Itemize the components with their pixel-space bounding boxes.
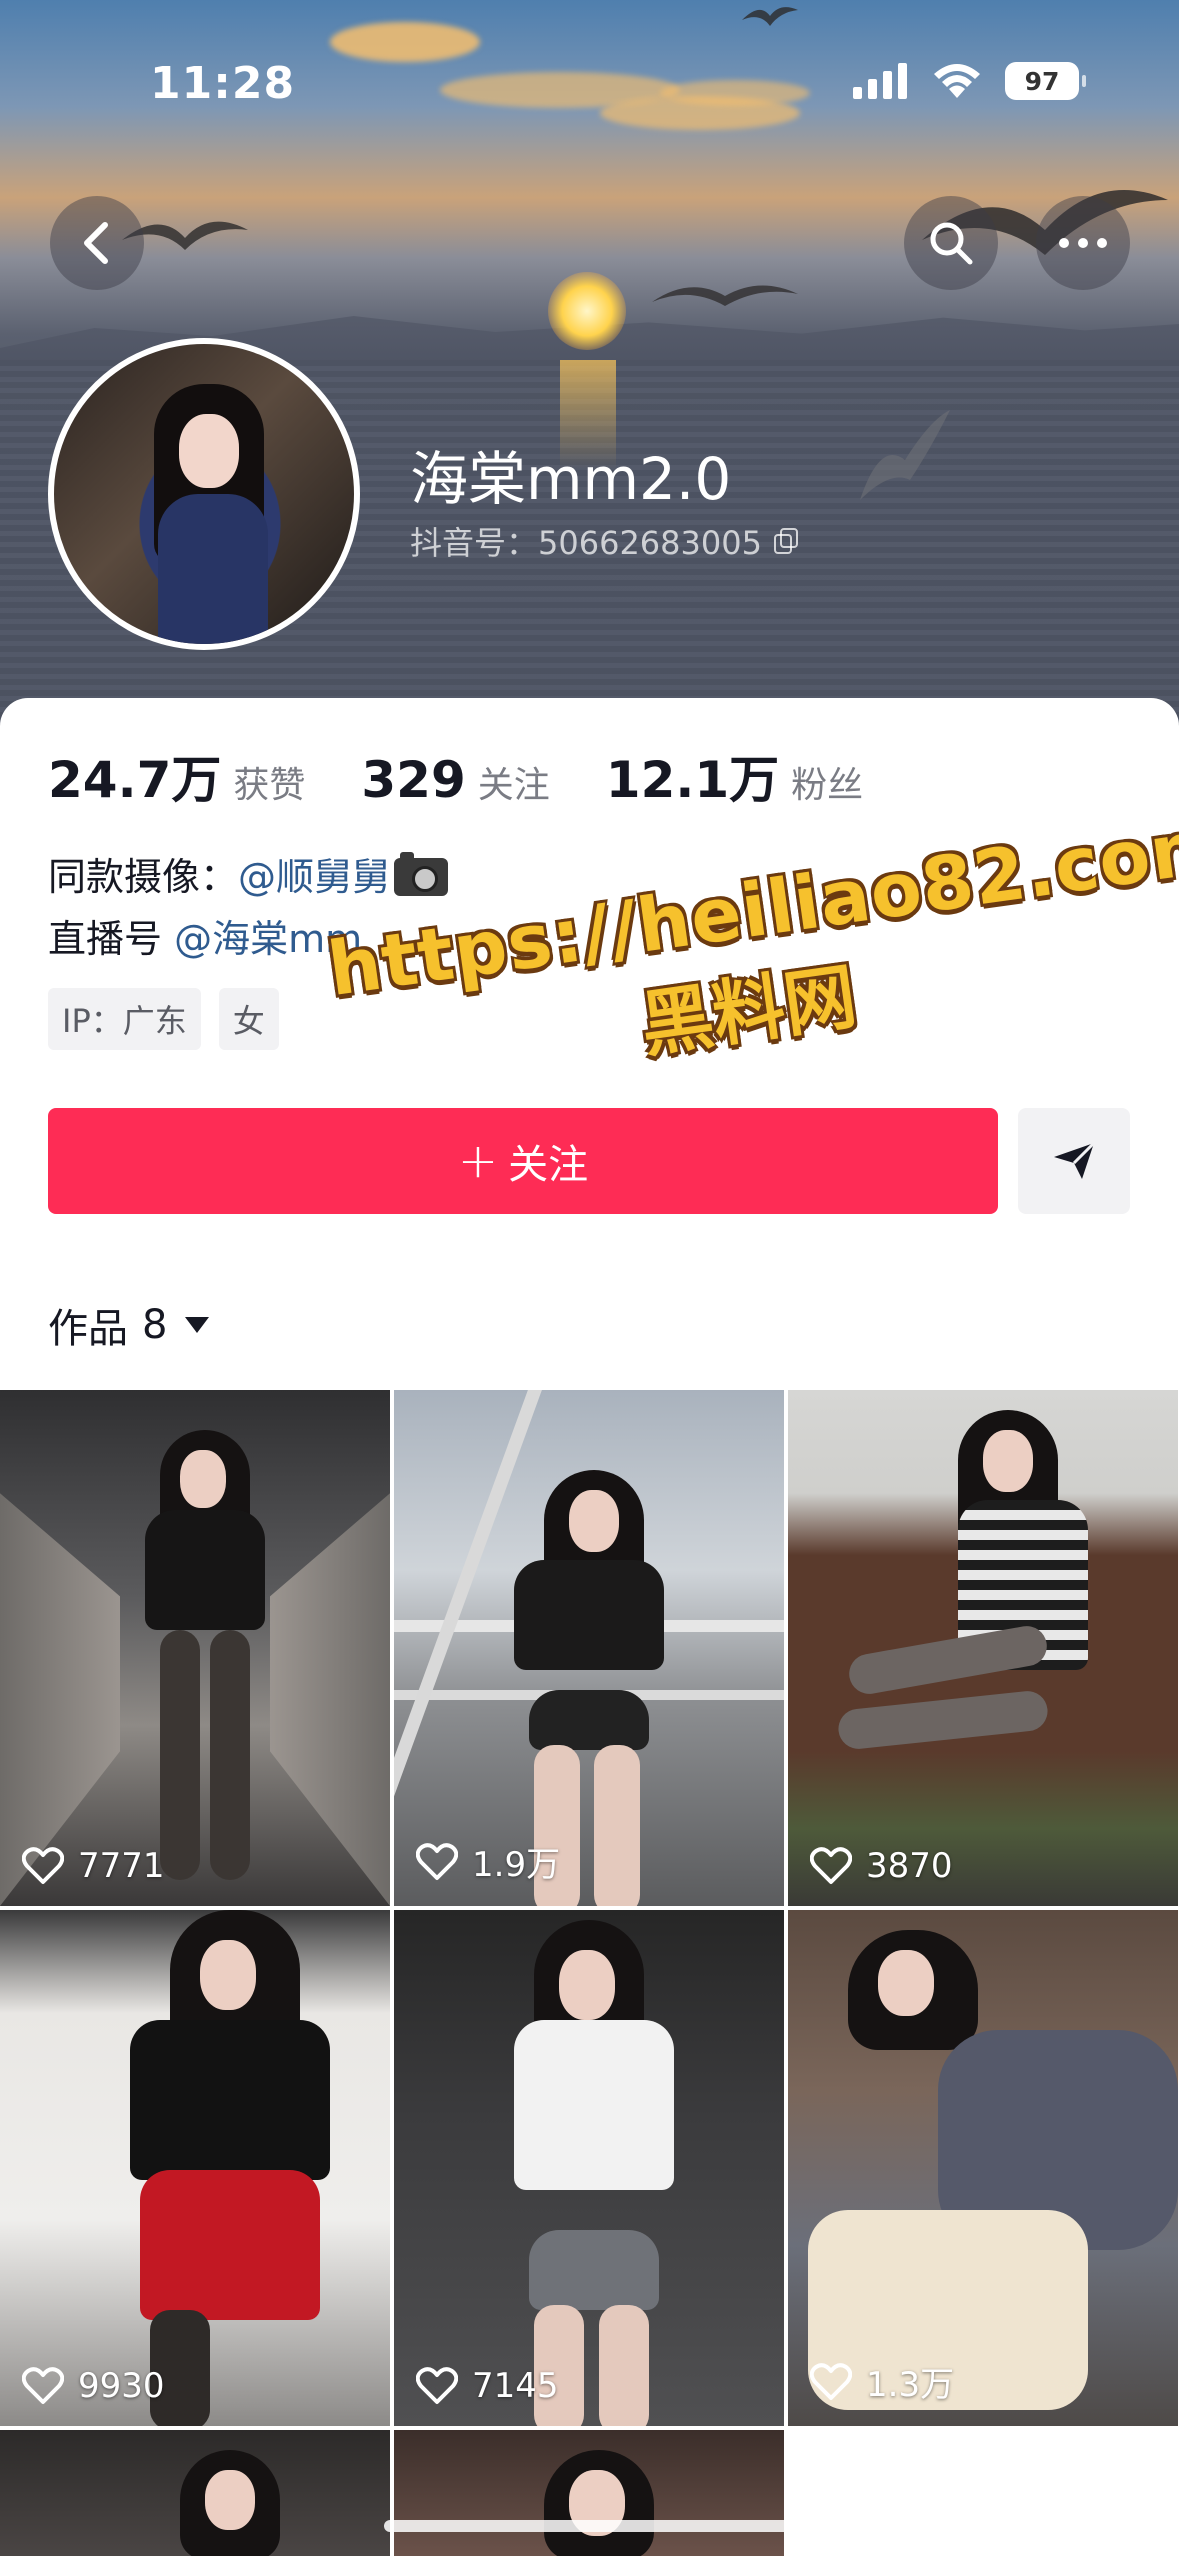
copy-icon[interactable] (773, 528, 800, 554)
wifi-icon (934, 64, 980, 98)
heart-icon (22, 2367, 64, 2404)
seagull-icon (652, 285, 798, 306)
video-tile[interactable]: 3870 (788, 1390, 1178, 1906)
video-likes: 3870 (810, 1846, 953, 1886)
video-likes: 9930 (22, 2366, 165, 2406)
heart-icon (22, 1847, 64, 1884)
heart-icon (416, 1842, 458, 1880)
video-likes-count: 9930 (78, 2366, 165, 2406)
profile-tags: IP：广东 女 (48, 988, 279, 1050)
video-likes-count: 3870 (866, 1846, 953, 1886)
seagull-icon (860, 410, 950, 500)
search-button[interactable] (904, 196, 998, 290)
bio-line-camera: 同款摄像：@顺舅舅 (48, 846, 449, 908)
tag-ip-location: IP：广东 (48, 988, 201, 1050)
video-tile[interactable]: 1.3万 (788, 1910, 1178, 2426)
video-likes: 7145 (416, 2366, 559, 2406)
video-tile[interactable]: 7145 (394, 1910, 784, 2426)
stat-followers[interactable]: 12.1万 粉丝 (606, 740, 863, 812)
works-count: 8 (142, 1302, 168, 1348)
video-likes-count: 1.9万 (472, 1845, 561, 1885)
stat-followers-label: 粉丝 (791, 765, 864, 806)
status-bar-indicators: 97 (851, 62, 1086, 100)
stat-following-value: 329 (361, 751, 466, 809)
heart-icon (810, 1847, 852, 1884)
stat-likes-value: 24.7万 (48, 751, 222, 809)
battery-indicator: 97 (1005, 62, 1086, 100)
more-button[interactable] (1036, 196, 1130, 290)
follow-button-label: 关注 (508, 1142, 589, 1188)
video-likes: 1.3万 (810, 2357, 954, 2406)
works-tab[interactable]: 作品 8 (48, 1296, 210, 1354)
cellular-signal-icon (853, 63, 907, 99)
chevron-left-icon (84, 222, 108, 264)
stat-followers-value: 12.1万 (605, 751, 780, 809)
more-icon (1059, 238, 1107, 248)
douyin-id-text: 抖音号：50662683005 (410, 524, 762, 562)
stat-likes-label: 获赞 (233, 765, 306, 806)
tag-gender: 女 (218, 988, 279, 1050)
video-likes-count: 7145 (472, 2366, 559, 2406)
send-message-button[interactable] (1018, 1108, 1130, 1214)
video-likes-count: 7771 (78, 1846, 165, 1886)
back-button[interactable] (50, 196, 144, 290)
search-icon (930, 222, 973, 265)
video-likes-count: 1.3万 (866, 2365, 955, 2405)
heart-icon (416, 2367, 458, 2404)
video-tile[interactable]: 7771 (0, 1390, 390, 1906)
video-likes: 7771 (22, 1846, 165, 1886)
stat-following[interactable]: 329 关注 (361, 751, 549, 809)
bio-camera-prefix: 同款摄像： (48, 855, 239, 899)
avatar[interactable] (48, 338, 360, 650)
camera-icon (394, 852, 449, 896)
profile-nickname: 海棠mm2.0 (410, 445, 732, 513)
home-indicator[interactable] (384, 2520, 796, 2532)
douyin-id[interactable]: 抖音号：50662683005 (410, 518, 800, 564)
video-likes: 1.9万 (416, 1837, 560, 1886)
seagull-icon (742, 7, 798, 27)
video-tile[interactable]: 1.9万 (394, 1390, 784, 1906)
status-bar-time: 11:28 (150, 58, 296, 109)
profile-stats: 24.7万 获赞 329 关注 12.1万 粉丝 (48, 740, 919, 812)
stat-following-label: 关注 (477, 765, 550, 806)
bio-camera-link[interactable]: @顺舅舅 (238, 855, 390, 899)
plus-icon: + (457, 1133, 499, 1189)
heart-icon (810, 2362, 852, 2400)
video-tile[interactable] (0, 2430, 390, 2556)
caret-down-icon (185, 1317, 210, 1333)
send-icon (1054, 1141, 1096, 1179)
video-tile[interactable]: 9930 (0, 1910, 390, 2426)
bio-live-prefix: 直播号 (48, 917, 175, 961)
works-label: 作品 (48, 1306, 128, 1352)
follow-button[interactable]: + 关注 (48, 1108, 998, 1214)
stat-likes[interactable]: 24.7万 获赞 (48, 740, 305, 812)
video-tile[interactable] (394, 2430, 784, 2556)
